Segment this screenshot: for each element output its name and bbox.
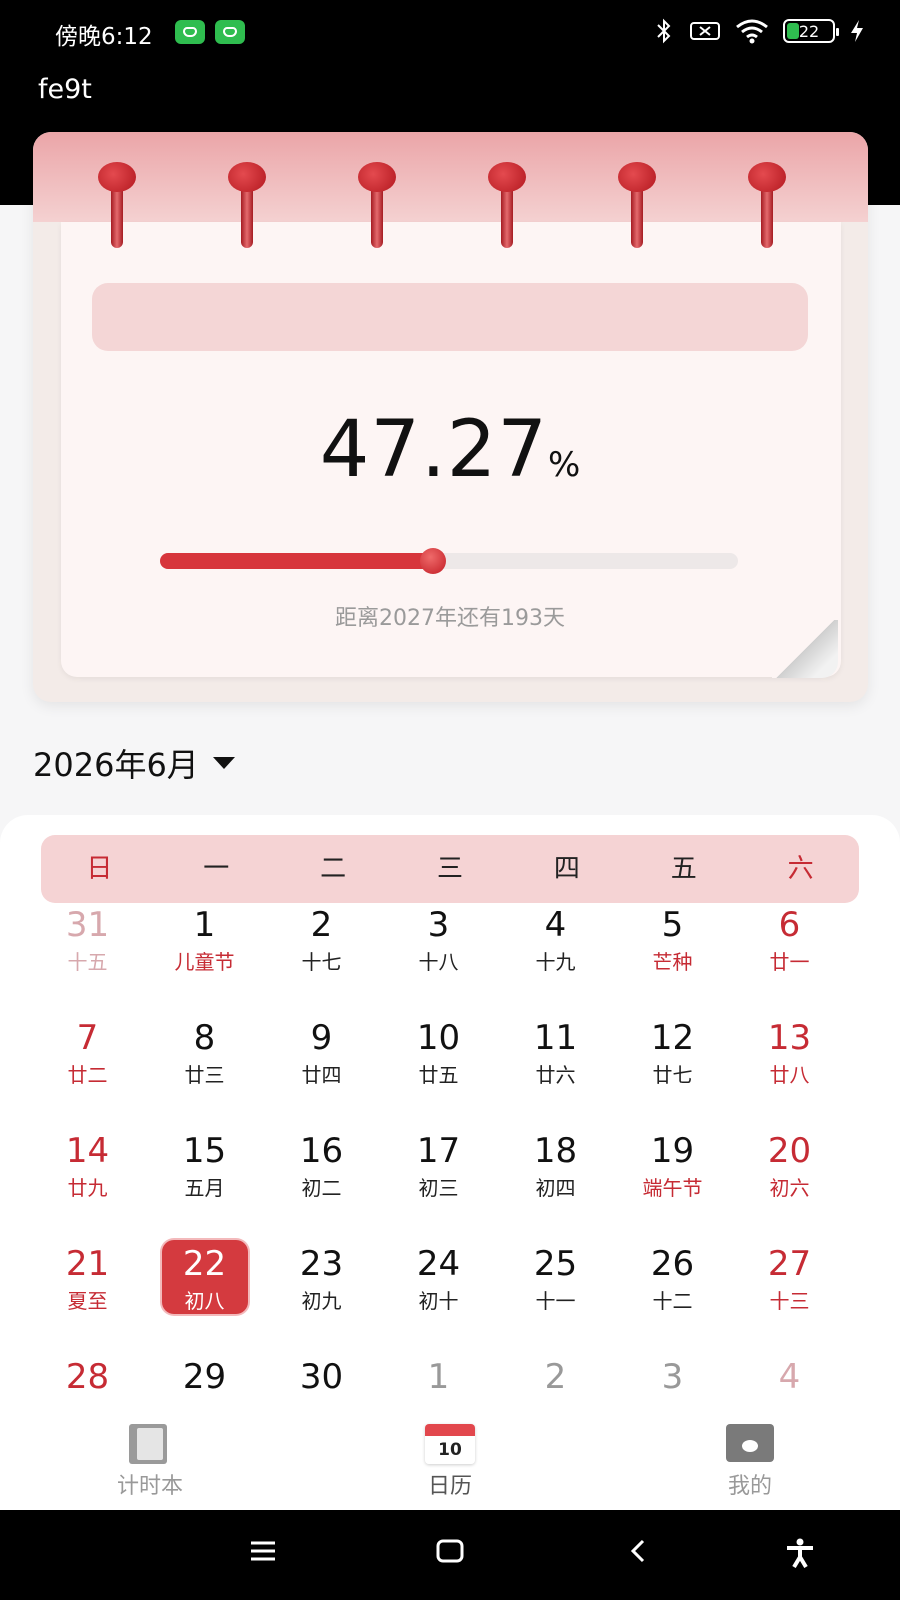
wechat-notification-icon bbox=[175, 20, 205, 44]
nav-timer-book[interactable]: 计时本 bbox=[0, 1410, 300, 1510]
day-cell[interactable]: 4 bbox=[731, 1355, 848, 1410]
day-cell[interactable]: 6 廿一 bbox=[731, 903, 848, 1016]
progress-fill bbox=[160, 553, 434, 569]
binder-ring bbox=[228, 162, 266, 250]
nav-label: 计时本 bbox=[116, 1474, 183, 1499]
day-cell[interactable]: 28 bbox=[29, 1355, 146, 1410]
percent-symbol: % bbox=[548, 445, 581, 485]
status-bar: 傍晚6:12 22 bbox=[0, 0, 900, 64]
status-time: 傍晚6:12 bbox=[55, 24, 153, 50]
nav-mine[interactable]: 我的 bbox=[600, 1410, 900, 1510]
no-sim-icon bbox=[690, 22, 720, 40]
day-cell[interactable]: 3 十八 bbox=[380, 903, 497, 1016]
wifi-icon bbox=[736, 19, 768, 44]
bluetooth-icon bbox=[657, 18, 671, 44]
page-curl bbox=[772, 620, 838, 678]
day-cell[interactable]: 1 儿童节 bbox=[146, 903, 263, 1016]
day-cell[interactable]: 29 bbox=[146, 1355, 263, 1410]
month-selector[interactable]: 2026年6月 bbox=[33, 740, 235, 786]
calendar-panel: 日 一 二 三 四 五 六 31 十五 1 儿童节 2 十七 3 十八 4 十九 5 芒种 … bbox=[0, 815, 900, 1410]
day-cell[interactable]: 5 芒种 bbox=[614, 903, 731, 1016]
percent-value: 47.27 bbox=[319, 405, 548, 495]
weekday-tue: 二 bbox=[320, 854, 347, 884]
nav-calendar[interactable]: 10 日历 bbox=[300, 1410, 600, 1510]
charging-icon bbox=[851, 20, 863, 42]
day-cell[interactable]: 9 廿四 bbox=[263, 1016, 380, 1129]
binder-ring bbox=[358, 162, 396, 250]
day-cell[interactable]: 11 廿六 bbox=[497, 1016, 614, 1129]
weekday-sun: 日 bbox=[86, 854, 113, 884]
calendar-icon: 10 bbox=[425, 1424, 475, 1464]
bottom-nav: 计时本 10 日历 我的 bbox=[0, 1410, 900, 1510]
app-title: fe9t bbox=[38, 74, 92, 105]
day-cell[interactable]: 17 初三 bbox=[380, 1129, 497, 1242]
system-nav-bar bbox=[0, 1510, 900, 1600]
dropdown-caret-icon[interactable] bbox=[212, 757, 235, 769]
day-cell[interactable]: 15 五月 bbox=[146, 1129, 263, 1242]
binder-ring bbox=[748, 162, 786, 250]
accessibility-icon[interactable] bbox=[783, 1538, 817, 1568]
weekday-thu: 四 bbox=[553, 854, 580, 884]
binder-ring bbox=[98, 162, 136, 250]
wechat-notification-icon bbox=[215, 20, 245, 44]
day-cell[interactable]: 25 十一 bbox=[497, 1242, 614, 1355]
day-cell[interactable]: 1 bbox=[380, 1355, 497, 1410]
menu-icon[interactable] bbox=[248, 1538, 278, 1564]
day-cell[interactable]: 21 夏至 bbox=[29, 1242, 146, 1355]
day-cell[interactable]: 30 bbox=[263, 1355, 380, 1410]
day-cell[interactable]: 10 廿五 bbox=[380, 1016, 497, 1129]
weekday-header: 日 一 二 三 四 五 六 bbox=[41, 835, 859, 903]
weekday-fri: 五 bbox=[670, 854, 697, 884]
day-cell[interactable]: 23 初九 bbox=[263, 1242, 380, 1355]
notebook-icon bbox=[129, 1424, 171, 1464]
day-cell[interactable]: 7 廿二 bbox=[29, 1016, 146, 1129]
back-icon[interactable] bbox=[628, 1538, 648, 1564]
week-row: 28 29 30 1 2 3 4 bbox=[29, 1355, 871, 1410]
nav-label: 日历 bbox=[427, 1474, 472, 1499]
day-cell[interactable]: 19 端午节 bbox=[614, 1129, 731, 1242]
weekday-mon: 一 bbox=[203, 854, 230, 884]
weekday-wed: 三 bbox=[437, 854, 464, 884]
day-cell[interactable]: 4 十九 bbox=[497, 903, 614, 1016]
day-cell[interactable]: 20 初六 bbox=[731, 1129, 848, 1242]
day-cell[interactable]: 27 十三 bbox=[731, 1242, 848, 1355]
week-row: 31 十五 1 儿童节 2 十七 3 十八 4 十九 5 芒种 6 廿一 bbox=[29, 903, 871, 1016]
home-icon[interactable] bbox=[435, 1538, 465, 1564]
week-row: 7 廿二 8 廿三 9 廿四 10 廿五 11 廿六 12 廿七 13 廿八 bbox=[29, 1016, 871, 1129]
card-header bbox=[33, 132, 868, 222]
week-row: 21 夏至 22 初八 23 初九 24 初十 25 十一 26 十二 27 十三 bbox=[29, 1240, 871, 1355]
day-cell[interactable]: 12 廿七 bbox=[614, 1016, 731, 1129]
card-title-bar bbox=[92, 283, 808, 351]
binder-ring bbox=[488, 162, 526, 250]
day-cell[interactable]: 2 bbox=[497, 1355, 614, 1410]
day-cell-selected[interactable]: 22 初八 bbox=[146, 1240, 263, 1355]
week-row: 14 廿九 15 五月 16 初二 17 初三 18 初四 19 端午节 20 初六 bbox=[29, 1129, 871, 1242]
countdown-text: 距离2027年还有193天 bbox=[335, 606, 565, 631]
day-cell[interactable]: 31 十五 bbox=[29, 903, 146, 1016]
day-cell[interactable]: 16 初二 bbox=[263, 1129, 380, 1242]
nav-label: 我的 bbox=[727, 1474, 772, 1499]
profile-icon bbox=[726, 1424, 774, 1464]
progress-bar bbox=[160, 548, 738, 574]
calendar-grid: 31 十五 1 儿童节 2 十七 3 十八 4 十九 5 芒种 6 廿一 7 廿二 8 廿三 9廿… bbox=[29, 903, 871, 1410]
battery-icon: 22 bbox=[783, 19, 839, 43]
day-cell[interactable]: 26 十二 bbox=[614, 1242, 731, 1355]
day-cell[interactable]: 18 初四 bbox=[497, 1129, 614, 1242]
day-cell[interactable]: 2 十七 bbox=[263, 903, 380, 1016]
day-cell[interactable]: 8 廿三 bbox=[146, 1016, 263, 1129]
day-cell[interactable]: 3 bbox=[614, 1355, 731, 1410]
month-label[interactable]: 2026年6月 bbox=[33, 740, 199, 786]
binder-ring bbox=[618, 162, 656, 250]
weekday-sat: 六 bbox=[787, 854, 814, 884]
day-cell[interactable]: 13 廿八 bbox=[731, 1016, 848, 1129]
day-cell[interactable]: 14 廿九 bbox=[29, 1129, 146, 1242]
progress-percent: 47.27% bbox=[0, 405, 900, 495]
day-cell[interactable]: 24 初十 bbox=[380, 1242, 497, 1355]
status-icons: 22 bbox=[653, 18, 865, 44]
